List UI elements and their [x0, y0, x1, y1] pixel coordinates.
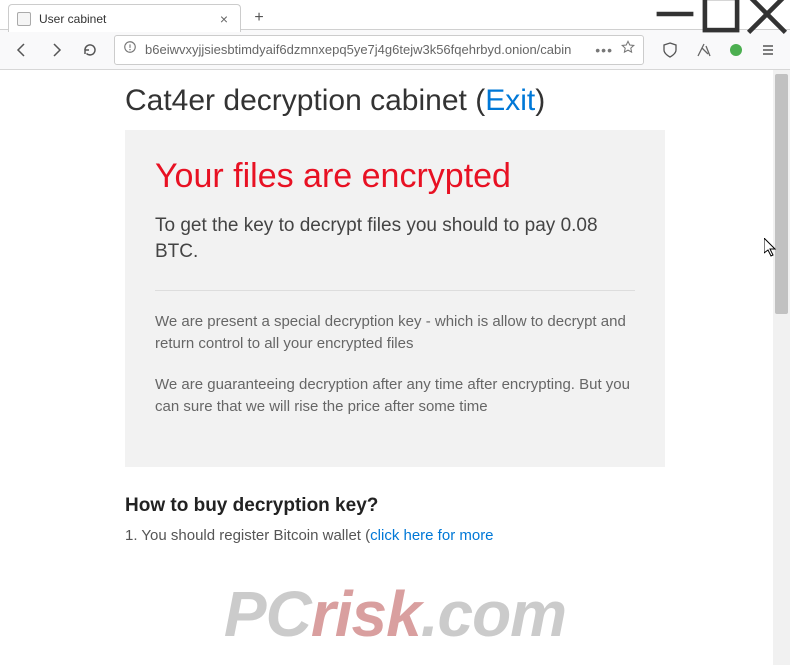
howto-step-1: 1. You should register Bitcoin wallet (c…	[125, 527, 665, 544]
tab-favicon	[17, 12, 31, 26]
window-controls	[652, 0, 790, 28]
exit-link[interactable]: Exit	[485, 84, 535, 117]
page-viewport: Cat4er decryption cabinet (Exit) Your fi…	[0, 70, 790, 665]
bookmark-icon[interactable]	[621, 40, 635, 59]
url-input[interactable]	[145, 42, 587, 57]
toolbar-right	[654, 35, 784, 65]
page-title-suffix: )	[535, 84, 545, 117]
scrollbar-track[interactable]	[773, 70, 790, 665]
extension-green-icon[interactable]	[722, 36, 750, 64]
site-info-icon[interactable]	[123, 40, 137, 59]
tab-close-icon[interactable]: ×	[216, 11, 232, 27]
page-actions-icon[interactable]: •••	[595, 42, 613, 58]
alert-paragraph-2: We are guaranteeing decryption after any…	[155, 374, 635, 419]
back-button[interactable]	[6, 35, 38, 65]
tab-title: User cabinet	[39, 12, 216, 26]
page-content: Cat4er decryption cabinet (Exit) Your fi…	[125, 70, 665, 544]
minimize-button[interactable]	[652, 0, 698, 28]
alert-paragraph-1: We are present a special decryption key …	[155, 311, 635, 356]
reload-button[interactable]	[74, 35, 106, 65]
page-title: Cat4er decryption cabinet (Exit)	[125, 84, 665, 118]
tracking-protection-icon[interactable]	[654, 35, 686, 65]
step-text: 1. You should register Bitcoin wallet (	[125, 527, 370, 544]
new-tab-button[interactable]: +	[245, 4, 273, 32]
step-link[interactable]: click here for more	[370, 527, 493, 544]
extensions-icon[interactable]	[688, 35, 720, 65]
menu-button[interactable]	[752, 35, 784, 65]
forward-button[interactable]	[40, 35, 72, 65]
close-window-button[interactable]	[744, 0, 790, 28]
alert-card: Your files are encrypted To get the key …	[125, 130, 665, 467]
page-title-text: Cat4er decryption cabinet (	[125, 84, 485, 117]
watermark-left: PC	[224, 578, 311, 650]
address-bar[interactable]: •••	[114, 35, 644, 65]
maximize-button[interactable]	[698, 0, 744, 28]
howto-heading: How to buy decryption key?	[125, 495, 665, 517]
watermark: PCrisk.com	[224, 577, 566, 651]
watermark-mid: risk	[311, 578, 421, 650]
titlebar: User cabinet × +	[0, 0, 790, 30]
watermark-right: .com	[421, 578, 566, 650]
alert-subtext: To get the key to decrypt files you shou…	[155, 213, 635, 291]
browser-tab[interactable]: User cabinet ×	[8, 4, 241, 32]
scrollbar-thumb[interactable]	[775, 74, 788, 314]
alert-heading: Your files are encrypted	[155, 156, 635, 197]
browser-window: User cabinet × +	[0, 0, 790, 665]
